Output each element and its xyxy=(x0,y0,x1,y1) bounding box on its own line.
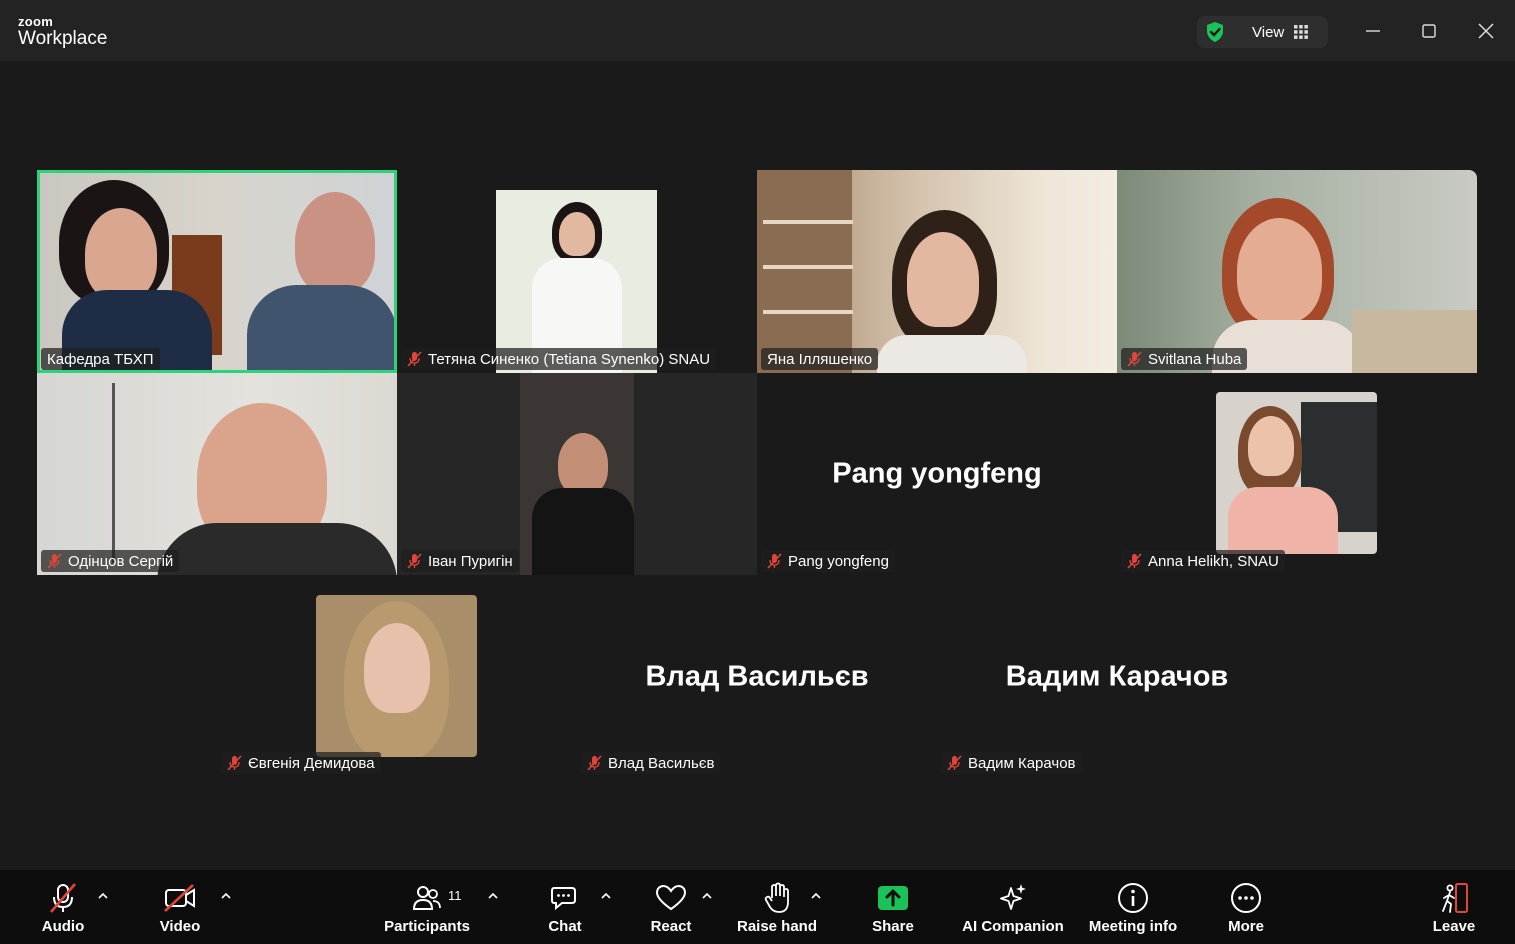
leave-label: Leave xyxy=(1432,918,1476,935)
participant-name: Євгенія Демидова xyxy=(248,754,375,772)
chat-button[interactable]: Chat xyxy=(540,870,590,944)
more-button[interactable]: More xyxy=(1221,870,1271,944)
participant-display-name: Вадим Карачов xyxy=(1005,660,1229,693)
audio-label: Audio xyxy=(41,918,85,935)
meeting-info-label: Meeting info xyxy=(1088,918,1178,935)
participant-name: Яна Ілляшенко xyxy=(767,350,873,368)
participant-tile[interactable]: Кафедра ТБХП xyxy=(37,170,397,373)
audio-button[interactable]: Audio xyxy=(33,870,93,944)
grid-icon xyxy=(1294,25,1308,39)
mic-muted-icon xyxy=(407,553,422,569)
participant-name-tag: Вадим Карачов xyxy=(941,752,1082,774)
participant-name-tag: Євгенія Демидова xyxy=(221,752,381,774)
chevron-up-icon[interactable] xyxy=(487,892,499,900)
participant-display-name: Pang yongfeng xyxy=(832,457,1042,490)
participants-count: 11 xyxy=(448,888,462,903)
ai-companion-button[interactable]: AI Companion xyxy=(962,870,1064,944)
mic-muted-icon xyxy=(47,553,62,569)
participant-tile[interactable]: Яна Ілляшенко xyxy=(757,170,1117,373)
participant-name-tag: Одінцов Сергій xyxy=(41,550,180,572)
participant-tile[interactable]: Pang yongfeng Pang yongfeng xyxy=(757,373,1117,575)
participant-name-tag: Влад Васильєв xyxy=(581,752,721,774)
mic-muted-icon xyxy=(407,351,422,367)
participants-label: Participants xyxy=(384,918,470,935)
participant-tile[interactable]: Вадим Карачов Вадим Карачов xyxy=(937,575,1297,777)
participant-name: Anna Helikh, SNAU xyxy=(1148,552,1279,570)
logo-top-text: zoom xyxy=(18,14,54,29)
meeting-info-button[interactable]: Meeting info xyxy=(1086,870,1180,944)
react-button[interactable]: React xyxy=(646,870,696,944)
ai-companion-label: AI Companion xyxy=(962,918,1064,935)
mic-muted-icon xyxy=(50,883,76,913)
view-button[interactable]: View xyxy=(1197,16,1328,48)
share-arrow-icon xyxy=(878,886,908,910)
zoom-logo: zoom Workplace xyxy=(18,15,107,48)
minimize-icon[interactable] xyxy=(1362,20,1384,42)
participant-tile[interactable]: Іван Пуригін xyxy=(397,373,757,575)
meeting-toolbar: Audio Video Participants 11 Chat React R… xyxy=(0,870,1515,944)
participant-name: Тетяна Синенко (Tetiana Synenko) SNAU xyxy=(428,350,711,368)
mic-muted-icon xyxy=(227,755,242,771)
video-label: Video xyxy=(159,918,201,935)
participant-tile[interactable]: Svitlana Huba xyxy=(1117,170,1477,373)
participant-name-tag: Іван Пуригін xyxy=(401,550,519,572)
participant-tile[interactable]: Anna Helikh, SNAU xyxy=(1117,373,1477,575)
participant-display-name: Влад Васильєв xyxy=(645,660,869,693)
chat-label: Chat xyxy=(548,918,582,935)
participant-name-tag: Тетяна Синенко (Tetiana Synenko) SNAU xyxy=(401,348,717,370)
video-gallery: Кафедра ТБХП Тетяна Синенко (Tetiana Syn… xyxy=(0,61,1515,870)
participant-name: Svitlana Huba xyxy=(1148,350,1242,368)
participant-tile[interactable]: Одінцов Сергій xyxy=(37,373,397,575)
mic-muted-icon xyxy=(767,553,782,569)
participant-tile[interactable]: Євгенія Демидова xyxy=(217,575,577,777)
chevron-up-icon[interactable] xyxy=(600,892,612,900)
mic-muted-icon xyxy=(1127,351,1142,367)
heart-icon xyxy=(655,884,687,911)
participant-name: Влад Васильєв xyxy=(608,754,715,772)
participant-tile[interactable]: Тетяна Синенко (Tetiana Synenko) SNAU xyxy=(397,170,757,373)
more-dots-icon xyxy=(1231,883,1261,913)
close-icon[interactable] xyxy=(1475,20,1497,42)
chevron-up-icon[interactable] xyxy=(220,892,232,900)
leave-icon xyxy=(1442,883,1468,913)
leave-button[interactable]: Leave xyxy=(1428,870,1480,944)
participants-icon xyxy=(412,886,441,910)
more-label: More xyxy=(1228,918,1264,935)
view-label: View xyxy=(1252,24,1285,41)
mic-muted-icon xyxy=(587,755,602,771)
participant-name: Вадим Карачов xyxy=(968,754,1076,772)
title-bar: zoom Workplace View xyxy=(0,0,1515,61)
participant-name-tag: Svitlana Huba xyxy=(1121,348,1248,370)
chevron-up-icon[interactable] xyxy=(810,892,822,900)
video-off-icon xyxy=(164,884,195,912)
hand-icon xyxy=(764,882,789,913)
participant-name: Pang yongfeng xyxy=(788,552,889,570)
chevron-up-icon[interactable] xyxy=(701,892,713,900)
sparkle-icon xyxy=(1000,884,1026,910)
participant-tile[interactable]: Влад Васильєв Влад Васильєв xyxy=(577,575,937,777)
participant-name-tag: Кафедра ТБХП xyxy=(41,348,160,370)
react-label: React xyxy=(650,918,692,935)
shield-check-icon[interactable] xyxy=(1204,21,1226,43)
participant-name-tag: Anna Helikh, SNAU xyxy=(1121,550,1285,572)
maximize-icon[interactable] xyxy=(1418,20,1440,42)
participant-name: Одінцов Сергій xyxy=(68,552,174,570)
share-button[interactable]: Share xyxy=(866,870,920,944)
participant-name: Іван Пуригін xyxy=(428,552,513,570)
raise-hand-label: Raise hand xyxy=(736,918,818,935)
participant-name: Кафедра ТБХП xyxy=(47,350,154,368)
logo-bottom-text: Workplace xyxy=(18,28,108,49)
participants-button[interactable]: Participants xyxy=(382,870,472,944)
info-icon xyxy=(1118,883,1148,913)
raise-hand-button[interactable]: Raise hand xyxy=(736,870,818,944)
share-label: Share xyxy=(872,918,914,935)
participant-name-tag: Pang yongfeng xyxy=(761,550,895,572)
chevron-up-icon[interactable] xyxy=(97,892,109,900)
mic-muted-icon xyxy=(1127,553,1142,569)
participant-name-tag: Яна Ілляшенко xyxy=(761,348,879,370)
video-button[interactable]: Video xyxy=(150,870,210,944)
chat-icon xyxy=(551,887,576,911)
mic-muted-icon xyxy=(947,755,962,771)
